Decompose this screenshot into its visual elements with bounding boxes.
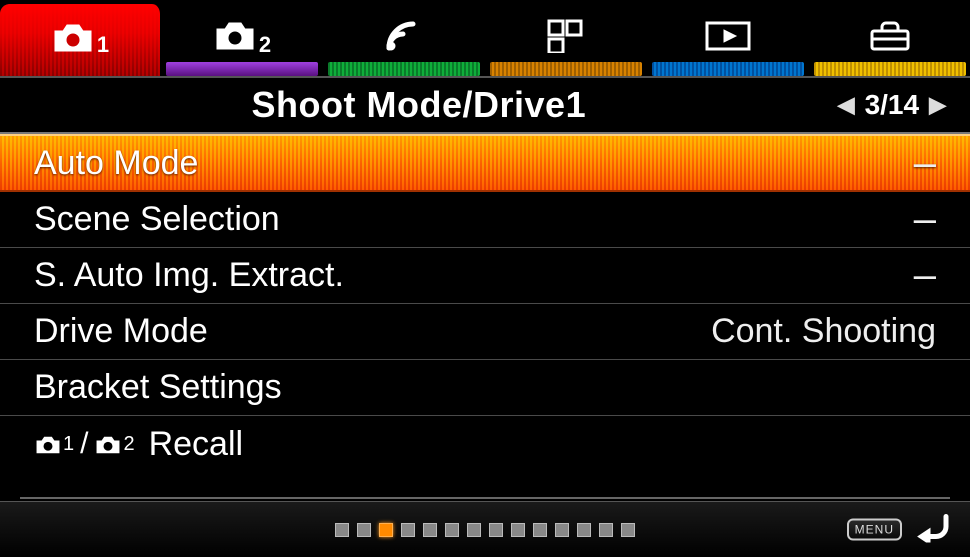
slash-separator: /	[80, 427, 88, 461]
menu-item-scene-selection[interactable]: Scene Selection –	[0, 192, 970, 248]
camera-icon	[213, 19, 257, 58]
page-dot[interactable]	[621, 523, 635, 537]
wireless-icon	[383, 18, 425, 59]
menu-item-bracket-settings[interactable]: Bracket Settings	[0, 360, 970, 416]
tab-camera1[interactable]: 1	[0, 4, 162, 76]
menu-item-s-auto-img-extract[interactable]: S. Auto Img. Extract. –	[0, 248, 970, 304]
page-dot[interactable]	[555, 523, 569, 537]
tab-playback[interactable]	[648, 0, 810, 76]
menu-button[interactable]: MENU	[847, 519, 902, 541]
page-dot[interactable]	[489, 523, 503, 537]
menu-item-label: 1 / 2 Recall	[34, 425, 243, 464]
tab-camera2[interactable]: 2	[162, 0, 324, 76]
menu-item-value: –	[914, 253, 936, 298]
tab-underline	[166, 62, 318, 76]
tab-apps[interactable]	[486, 0, 648, 76]
mini-badge: 1	[63, 433, 74, 456]
toolbox-icon	[868, 19, 912, 58]
menu-item-value: –	[914, 141, 936, 186]
divider	[20, 497, 950, 499]
page-dots	[335, 523, 635, 537]
recall-mode-icons: 1 / 2	[34, 427, 135, 461]
page-dot[interactable]	[357, 523, 371, 537]
page-dot[interactable]	[511, 523, 525, 537]
page-dot[interactable]	[467, 523, 481, 537]
camera-icon	[51, 21, 95, 60]
page-dot[interactable]	[423, 523, 437, 537]
page-number: 3/14	[865, 89, 920, 121]
page-prev-arrow[interactable]: ◀	[838, 92, 855, 118]
page-indicator: ◀ 3/14 ▶	[838, 89, 946, 121]
menu-list: Auto Mode – Scene Selection – S. Auto Im…	[0, 134, 970, 472]
menu-item-auto-mode[interactable]: Auto Mode –	[0, 134, 970, 192]
menu-item-drive-mode[interactable]: Drive Mode Cont. Shooting	[0, 304, 970, 360]
apps-icon	[547, 19, 585, 58]
menu-item-label: S. Auto Img. Extract.	[34, 256, 344, 295]
page-dot[interactable]	[401, 523, 415, 537]
page-dot[interactable]	[445, 523, 459, 537]
page-next-arrow[interactable]: ▶	[929, 92, 946, 118]
title-row: Shoot Mode/Drive1 ◀ 3/14 ▶	[0, 78, 970, 134]
top-tabbar: 1 2	[0, 0, 970, 78]
page-dot[interactable]	[533, 523, 547, 537]
page-dot[interactable]	[599, 523, 613, 537]
tab-toolbox[interactable]	[810, 0, 970, 76]
menu-item-value: Cont. Shooting	[711, 312, 936, 351]
menu-item-recall[interactable]: 1 / 2 Recall	[0, 416, 970, 472]
menu-item-label: Bracket Settings	[34, 368, 282, 407]
recall-text: Recall	[149, 425, 243, 464]
back-icon[interactable]	[916, 512, 952, 547]
menu-item-label: Auto Mode	[34, 144, 198, 183]
tab-underline	[652, 62, 804, 76]
tab-badge: 1	[97, 32, 109, 58]
page-dot[interactable]	[335, 523, 349, 537]
page-dot[interactable]	[577, 523, 591, 537]
page-dot[interactable]	[379, 523, 393, 537]
camera2-mini-icon: 2	[94, 433, 134, 456]
mini-badge: 2	[123, 433, 134, 456]
tab-wireless[interactable]	[324, 0, 486, 76]
page-title: Shoot Mode/Drive1	[0, 84, 838, 126]
camera1-mini-icon: 1	[34, 433, 74, 456]
tab-underline	[328, 62, 480, 76]
tab-badge: 2	[259, 32, 271, 58]
menu-item-label: Drive Mode	[34, 312, 208, 351]
tab-underline	[814, 62, 966, 76]
playback-icon	[704, 19, 752, 58]
menu-item-label: Scene Selection	[34, 200, 280, 239]
tab-underline	[490, 62, 642, 76]
menu-item-value: –	[914, 197, 936, 242]
bottom-bar: MENU	[0, 501, 970, 557]
